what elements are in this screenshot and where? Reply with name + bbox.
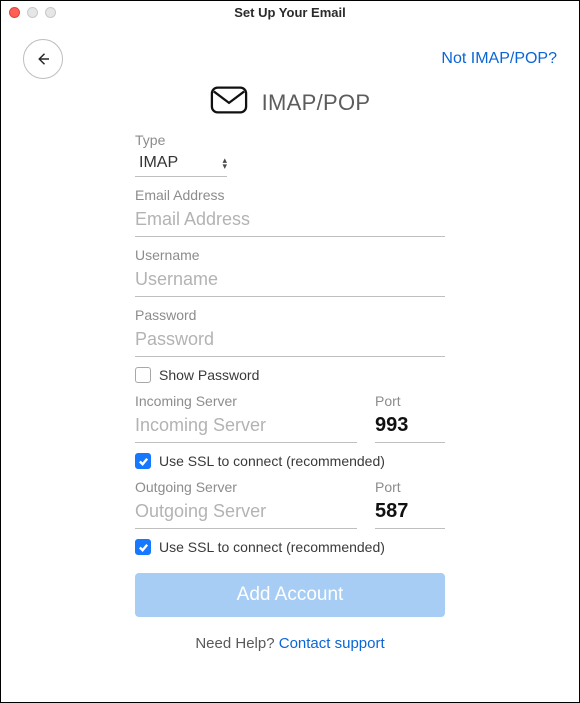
email-label: Email Address: [135, 187, 445, 203]
need-help-text: Need Help?: [195, 635, 278, 652]
show-password-row[interactable]: Show Password: [135, 367, 445, 383]
outgoing-ssl-row[interactable]: Use SSL to connect (recommended): [135, 539, 445, 555]
password-label: Password: [135, 307, 445, 323]
type-select-value: IMAP: [139, 154, 206, 172]
email-setup-form: Type IMAP ▴▾ Email Address Username Pass…: [135, 132, 445, 617]
incoming-port-value[interactable]: 993: [375, 411, 445, 443]
outgoing-ssl-label: Use SSL to connect (recommended): [159, 539, 385, 555]
show-password-label: Show Password: [159, 367, 259, 383]
incoming-ssl-row[interactable]: Use SSL to connect (recommended): [135, 453, 445, 469]
outgoing-port-value[interactable]: 587: [375, 497, 445, 529]
window-title: Set Up Your Email: [1, 5, 579, 20]
protocol-heading: IMAP/POP: [262, 90, 371, 116]
back-button[interactable]: [23, 39, 63, 79]
not-imap-pop-link[interactable]: Not IMAP/POP?: [441, 50, 557, 68]
outgoing-port-label: Port: [375, 479, 445, 495]
footer: Need Help? Contact support: [23, 635, 557, 652]
incoming-ssl-label: Use SSL to connect (recommended): [159, 453, 385, 469]
username-label: Username: [135, 247, 445, 263]
window-titlebar: Set Up Your Email: [1, 1, 579, 25]
show-password-checkbox[interactable]: [135, 367, 151, 383]
envelope-icon: [210, 85, 248, 120]
type-select[interactable]: IMAP ▴▾: [135, 150, 227, 177]
password-field[interactable]: [135, 325, 445, 357]
outgoing-ssl-checkbox[interactable]: [135, 539, 151, 555]
arrow-left-icon: [34, 50, 52, 68]
incoming-server-label: Incoming Server: [135, 393, 357, 409]
add-account-button[interactable]: Add Account: [135, 573, 445, 617]
incoming-ssl-checkbox[interactable]: [135, 453, 151, 469]
outgoing-server-label: Outgoing Server: [135, 479, 357, 495]
incoming-server-field[interactable]: [135, 411, 357, 443]
contact-support-link[interactable]: Contact support: [279, 635, 385, 652]
type-label: Type: [135, 132, 445, 148]
email-field[interactable]: [135, 205, 445, 237]
outgoing-server-field[interactable]: [135, 497, 357, 529]
incoming-port-label: Port: [375, 393, 445, 409]
protocol-header: IMAP/POP: [23, 85, 557, 120]
chevron-up-down-icon: ▴▾: [222, 157, 227, 169]
username-field[interactable]: [135, 265, 445, 297]
